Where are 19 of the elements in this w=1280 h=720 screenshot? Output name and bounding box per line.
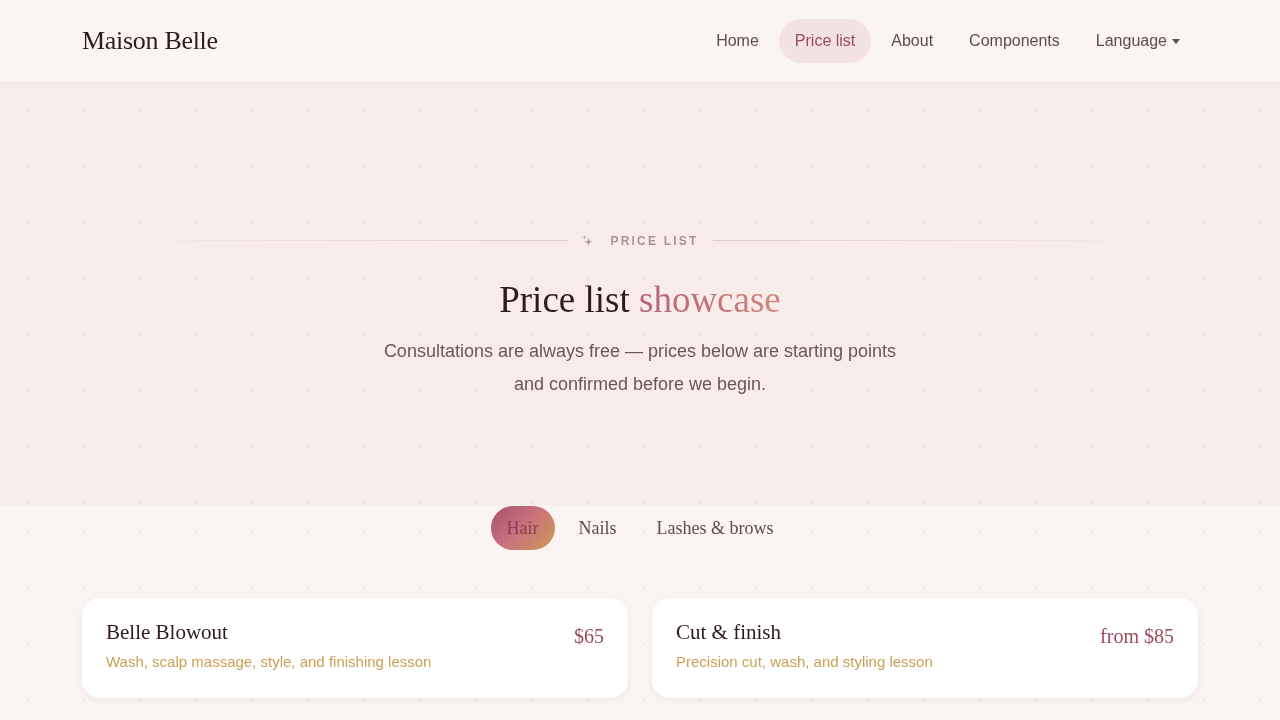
nav-dropdown[interactable]: Language: [1079, 19, 1196, 63]
category-tab[interactable]: Nails: [562, 506, 633, 550]
category-tab[interactable]: Lashes & brows: [640, 506, 790, 550]
service-name: Cut & finish: [676, 620, 782, 645]
site-logo[interactable]: Maison Belle: [82, 26, 218, 56]
service-description: Wash, scalp massage, style, and finishing lesson: [106, 653, 432, 670]
caret-icon: [1172, 38, 1180, 44]
page-heading: Price list showcase: [499, 277, 781, 321]
service-name: Belle Blowout: [106, 620, 229, 645]
nav-link[interactable]: About: [875, 19, 950, 63]
intro-text: Consultations are always free — prices below are starting points and confirmed before we begin.: [382, 339, 898, 396]
service-price: $65: [574, 625, 604, 648]
service-price: from $85: [1100, 625, 1174, 648]
nav-link[interactable]: Components: [953, 19, 1076, 63]
section-eyebrow: PRICE LIST: [610, 233, 699, 248]
service-description: Precision cut, wash, and styling lesson: [676, 653, 933, 670]
nav-link[interactable]: Price list: [778, 19, 872, 63]
sparkle-icon: [581, 235, 593, 246]
nav-link[interactable]: Home: [700, 19, 775, 63]
